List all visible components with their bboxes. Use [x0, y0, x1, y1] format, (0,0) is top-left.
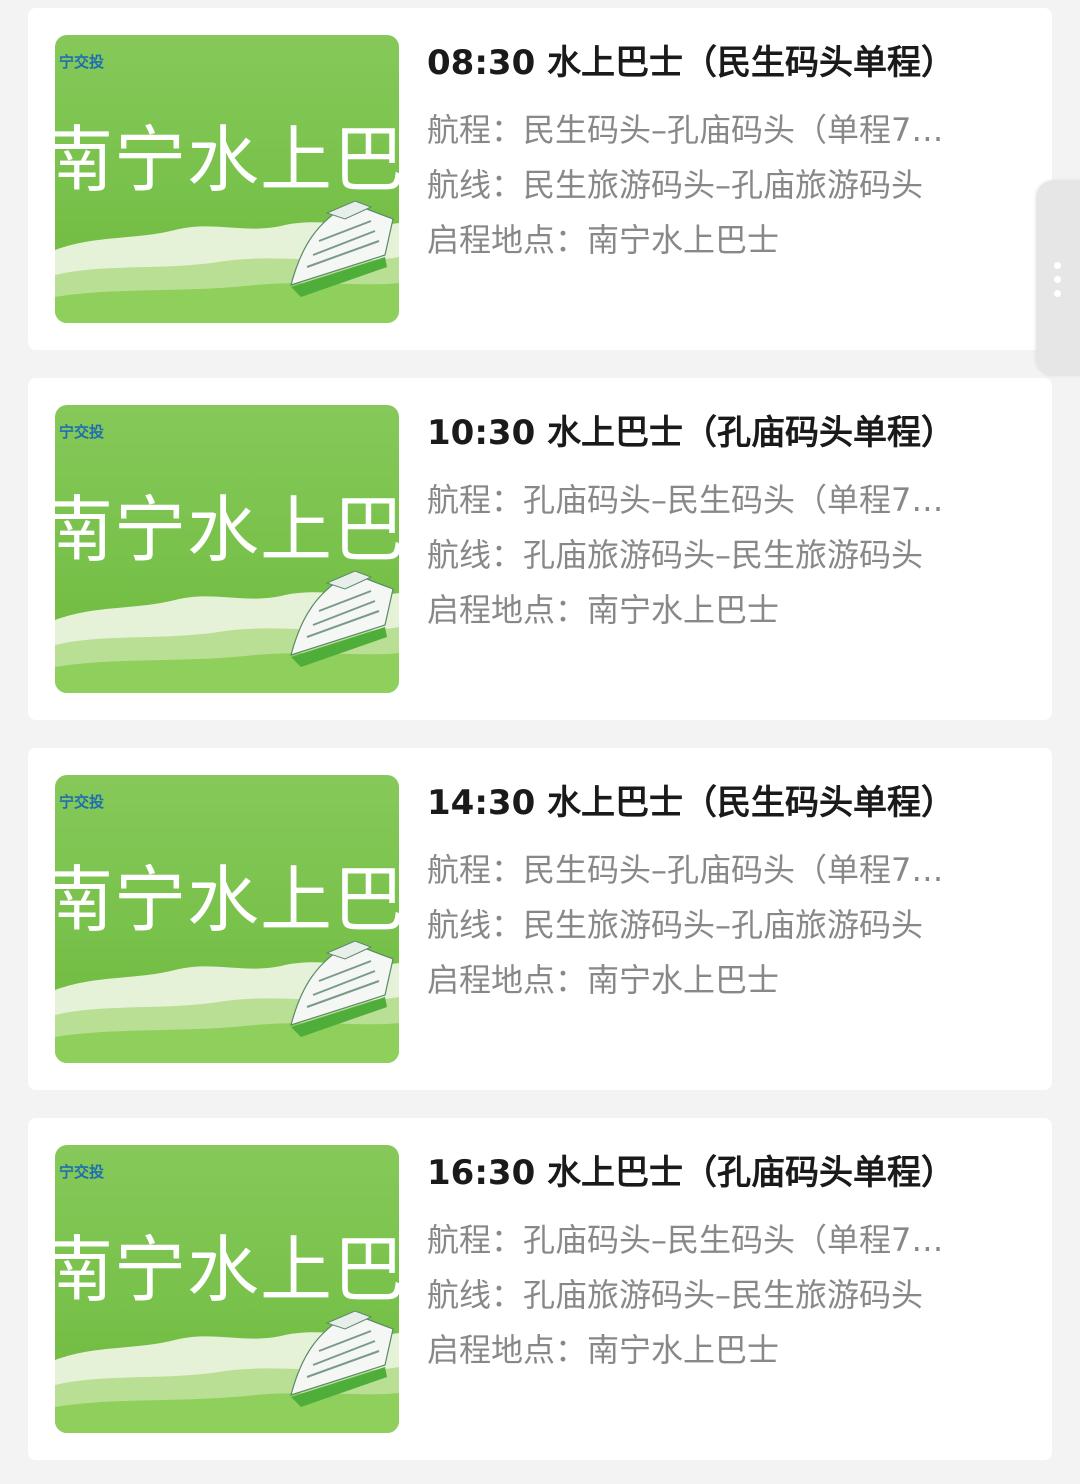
trip-thumbnail[interactable]: 宁交投 南宁水上巴士 — [55, 775, 399, 1063]
trip-card[interactable]: 宁交投 南宁水上巴士 14:30 水上巴士（民生码头单程） 航程：民生码头–孔庙… — [28, 748, 1052, 1090]
trip-start-location: 启程地点：南宁水上巴士 — [427, 961, 780, 999]
trip-start-location: 启程地点：南宁水上巴士 — [427, 221, 780, 259]
trip-card[interactable]: 宁交投 南宁水上巴士 10:30 水上巴士（孔庙码头单程） 航程：孔庙码头–民生… — [28, 378, 1052, 720]
trip-info: 14:30 水上巴士（民生码头单程） 航程：民生码头–孔庙码头（单程7… 航线：… — [427, 778, 1027, 1008]
trip-list: 宁交投 南宁水上巴士 08:30 水上巴士（民生码头单程） 航程：民生码头–孔庙… — [0, 0, 1080, 1484]
trip-card[interactable]: 宁交投 南宁水上巴士 16:30 水上巴士（孔庙码头单程） 航程：孔庙码头–民生… — [28, 1118, 1052, 1460]
more-vertical-icon — [1054, 262, 1061, 269]
thumbnail-title: 南宁水上巴士 — [55, 118, 399, 202]
trip-line: 航线：民生旅游码头–孔庙旅游码头 — [427, 166, 924, 204]
trip-line: 航线：孔庙旅游码头–民生旅游码头 — [427, 1276, 924, 1314]
trip-route: 航程：民生码头–孔庙码头（单程7… — [427, 851, 944, 889]
trip-thumbnail[interactable]: 宁交投 南宁水上巴士 — [55, 405, 399, 693]
trip-info: 16:30 水上巴士（孔庙码头单程） 航程：孔庙码头–民生码头（单程7… 航线：… — [427, 1148, 1027, 1378]
more-vertical-icon — [1054, 276, 1061, 283]
trip-card[interactable]: 宁交投 南宁水上巴士 08:30 水上巴士（民生码头单程） 航程：民生码头–孔庙… — [28, 8, 1052, 350]
trip-line: 航线：民生旅游码头–孔庙旅游码头 — [427, 906, 924, 944]
trip-title[interactable]: 08:30 水上巴士（民生码头单程） — [427, 38, 1027, 88]
thumbnail-title: 南宁水上巴士 — [55, 1228, 399, 1312]
thumbnail-logo: 宁交投 — [59, 423, 105, 441]
trip-route: 航程：孔庙码头–民生码头（单程7… — [427, 1221, 944, 1259]
trip-line: 航线：孔庙旅游码头–民生旅游码头 — [427, 536, 924, 574]
trip-thumbnail[interactable]: 宁交投 南宁水上巴士 — [55, 35, 399, 323]
trip-title[interactable]: 14:30 水上巴士（民生码头单程） — [427, 778, 1027, 828]
thumbnail-title: 南宁水上巴士 — [55, 488, 399, 572]
thumbnail-logo: 宁交投 — [59, 53, 105, 71]
trip-info: 10:30 水上巴士（孔庙码头单程） 航程：孔庙码头–民生码头（单程7… 航线：… — [427, 408, 1027, 638]
trip-title[interactable]: 16:30 水上巴士（孔庙码头单程） — [427, 1148, 1027, 1198]
thumbnail-logo: 宁交投 — [59, 1163, 105, 1181]
trip-route: 航程：民生码头–孔庙码头（单程7… — [427, 111, 944, 149]
more-vertical-icon — [1054, 290, 1061, 297]
trip-title[interactable]: 10:30 水上巴士（孔庙码头单程） — [427, 408, 1027, 458]
trip-start-location: 启程地点：南宁水上巴士 — [427, 591, 780, 629]
trip-info: 08:30 水上巴士（民生码头单程） 航程：民生码头–孔庙码头（单程7… 航线：… — [427, 38, 1027, 268]
trip-start-location: 启程地点：南宁水上巴士 — [427, 1331, 780, 1369]
thumbnail-logo: 宁交投 — [59, 793, 105, 811]
floating-side-handle[interactable] — [1036, 180, 1080, 376]
thumbnail-title: 南宁水上巴士 — [55, 858, 399, 942]
trip-route: 航程：孔庙码头–民生码头（单程7… — [427, 481, 944, 519]
trip-thumbnail[interactable]: 宁交投 南宁水上巴士 — [55, 1145, 399, 1433]
